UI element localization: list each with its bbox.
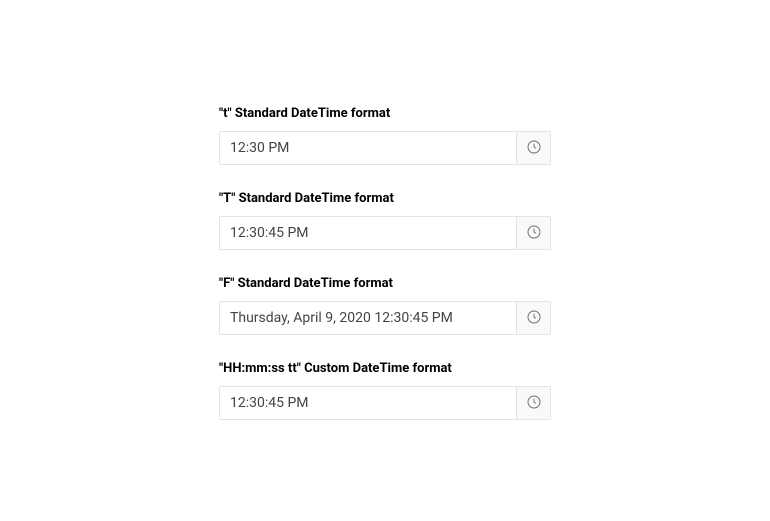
time-picker-button[interactable] bbox=[516, 132, 550, 164]
field-label: "HH:mm:ss tt" Custom DateTime format bbox=[219, 361, 551, 376]
clock-icon bbox=[526, 394, 542, 413]
timepicker-custom bbox=[219, 386, 551, 420]
time-input[interactable] bbox=[220, 302, 516, 334]
time-picker-button[interactable] bbox=[516, 302, 550, 334]
timepicker-T bbox=[219, 216, 551, 250]
field-label: "t" Standard DateTime format bbox=[219, 106, 551, 121]
timepicker-F bbox=[219, 301, 551, 335]
clock-icon bbox=[526, 224, 542, 243]
time-input[interactable] bbox=[220, 217, 516, 249]
time-input[interactable] bbox=[220, 132, 516, 164]
field-group-F: "F" Standard DateTime format bbox=[219, 276, 551, 335]
datetime-format-demo: "t" Standard DateTime format "T" Standar… bbox=[219, 106, 551, 446]
timepicker-t bbox=[219, 131, 551, 165]
field-group-T: "T" Standard DateTime format bbox=[219, 191, 551, 250]
time-input[interactable] bbox=[220, 387, 516, 419]
field-label: "T" Standard DateTime format bbox=[219, 191, 551, 206]
time-picker-button[interactable] bbox=[516, 387, 550, 419]
field-label: "F" Standard DateTime format bbox=[219, 276, 551, 291]
clock-icon bbox=[526, 309, 542, 328]
time-picker-button[interactable] bbox=[516, 217, 550, 249]
clock-icon bbox=[526, 139, 542, 158]
field-group-custom: "HH:mm:ss tt" Custom DateTime format bbox=[219, 361, 551, 420]
field-group-t: "t" Standard DateTime format bbox=[219, 106, 551, 165]
